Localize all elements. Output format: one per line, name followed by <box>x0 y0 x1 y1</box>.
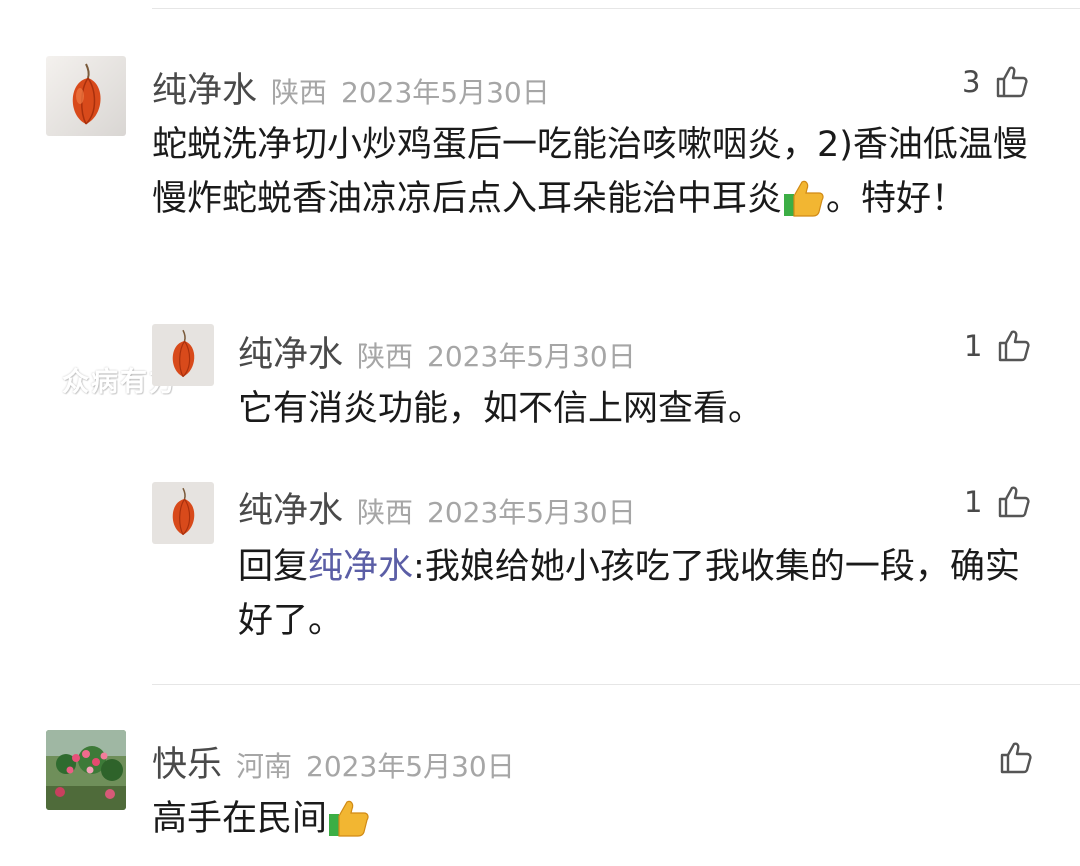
reply-meta: 纯净水 陕西 2023年5月30日 <box>238 326 636 377</box>
username[interactable]: 纯净水 <box>238 482 343 533</box>
comment-divider <box>152 684 1080 685</box>
username[interactable]: 快乐 <box>152 736 222 787</box>
comment-text: 高手在民间 <box>152 792 1032 854</box>
comment-text-part: 高手在民间 <box>152 799 328 839</box>
top-divider <box>152 8 1080 9</box>
date-label: 2023年5月30日 <box>427 340 636 373</box>
date-label: 2023年5月30日 <box>341 76 550 109</box>
comment-meta: 纯净水 陕西 2023年5月30日 <box>152 62 550 113</box>
date-label: 2023年5月30日 <box>427 496 636 529</box>
like-count: 3 <box>962 65 981 99</box>
like-button[interactable] <box>998 740 1034 776</box>
reply-prefix: 回复 <box>238 547 309 587</box>
reply-meta: 纯净水 陕西 2023年5月30日 <box>238 482 636 533</box>
avatar[interactable] <box>152 482 214 544</box>
comment-text-part: 。特好！ <box>826 179 967 219</box>
physalis-avatar-icon <box>152 482 214 544</box>
thumbs-up-icon <box>999 486 1031 518</box>
like-count: 1 <box>964 329 983 363</box>
physalis-avatar-icon <box>46 56 126 136</box>
comment-thread: 纯净水 陕西 2023年5月30日 3 蛇蜕洗净切小炒鸡蛋后一吃能治咳嗽咽炎，2… <box>0 0 1080 866</box>
date-label: 2023年5月30日 <box>306 750 515 783</box>
flower-garden-avatar-icon <box>46 730 126 810</box>
thumbs-up-icon <box>1000 742 1032 774</box>
thumbs-up-emoji-icon <box>782 178 826 234</box>
mention-link[interactable]: 纯净水 <box>308 547 413 587</box>
thumbs-up-icon <box>997 66 1029 98</box>
like-button[interactable]: 1 <box>964 484 1032 520</box>
username[interactable]: 纯净水 <box>152 62 257 113</box>
comment-meta: 快乐 河南 2023年5月30日 <box>152 736 515 787</box>
avatar[interactable] <box>152 324 214 386</box>
reply-text: 回复纯净水:我娘给她小孩吃了我收集的一段，确实好了。 <box>238 540 1044 648</box>
region-label: 陕西 <box>357 496 414 529</box>
avatar[interactable] <box>46 730 126 810</box>
region-label: 陕西 <box>357 340 414 373</box>
avatar[interactable] <box>46 56 126 136</box>
like-button[interactable]: 3 <box>962 64 1030 100</box>
like-button[interactable]: 1 <box>964 328 1032 364</box>
comment-text: 蛇蜕洗净切小炒鸡蛋后一吃能治咳嗽咽炎，2)香油低温慢慢炸蛇蜕香油凉凉后点入耳朵能… <box>152 118 1044 234</box>
thumbs-up-icon <box>999 330 1031 362</box>
username[interactable]: 纯净水 <box>238 326 343 377</box>
reply-text: 它有消炎功能，如不信上网查看。 <box>238 389 764 429</box>
thumbs-up-emoji-icon <box>327 798 371 854</box>
physalis-avatar-icon <box>152 324 214 386</box>
region-label: 陕西 <box>271 76 328 109</box>
region-label: 河南 <box>236 750 293 783</box>
like-count: 1 <box>964 485 983 519</box>
